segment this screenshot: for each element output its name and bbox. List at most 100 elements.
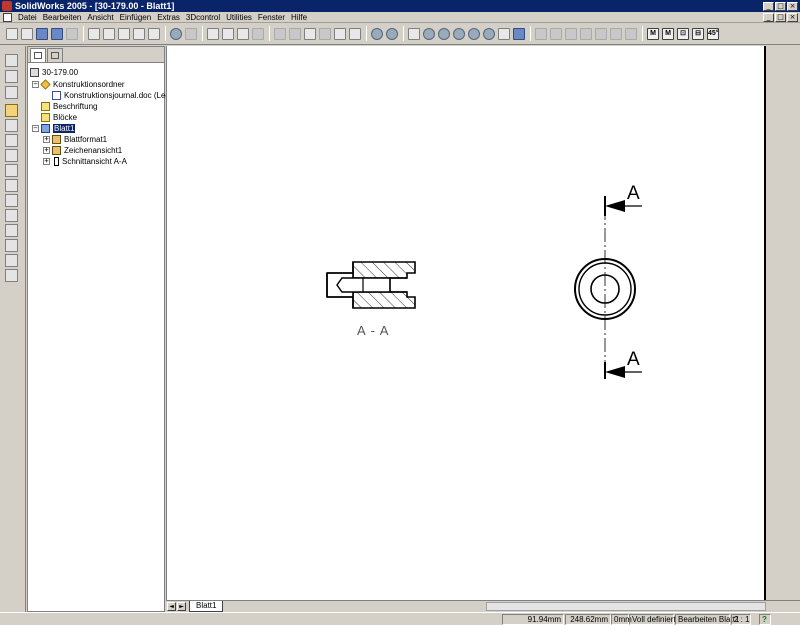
menu-hilfe[interactable]: Hilfe <box>288 13 310 22</box>
print-icon[interactable] <box>66 27 78 40</box>
tree-item-konstruktionsjournal[interactable]: Konstruktionsjournal.doc (Leer) <box>52 90 175 101</box>
shaded-icon[interactable] <box>595 27 607 40</box>
save-icon[interactable] <box>36 27 48 40</box>
section-arrow-label-bottom[interactable]: A <box>627 349 640 371</box>
pan-icon[interactable] <box>498 27 510 40</box>
traffic-light-icon[interactable] <box>252 27 264 40</box>
sheet-nav-next-button[interactable]: ► <box>177 602 186 611</box>
zoom-in-icon[interactable] <box>438 27 450 40</box>
menu-einfuegen[interactable]: Einfügen <box>117 13 155 22</box>
shadow-icon[interactable] <box>610 27 622 40</box>
tree-item-schnittansicht-a-a[interactable]: Schnittansicht A-A <box>54 156 127 167</box>
view-top-icon[interactable]: ⊡ <box>677 27 689 40</box>
wireframe-icon[interactable] <box>535 27 547 40</box>
broken-out-section-icon[interactable] <box>5 209 18 222</box>
document-menu-icon[interactable] <box>3 12 12 22</box>
aligned-section-icon[interactable] <box>5 164 18 177</box>
measure-icon[interactable] <box>319 27 331 40</box>
view-front-icon[interactable]: ⊟ <box>692 27 704 40</box>
cut-icon[interactable] <box>103 27 115 40</box>
zoom-selection-icon[interactable] <box>468 27 480 40</box>
zoom-fit-icon[interactable] <box>408 27 420 40</box>
status-help-icon[interactable]: ? <box>759 614 771 625</box>
smart-select-icon[interactable] <box>222 27 234 40</box>
sheet-nav-prev-button[interactable]: ◄ <box>167 602 176 611</box>
sketch-icon[interactable] <box>237 27 249 40</box>
sheet-format-icon[interactable] <box>5 54 18 67</box>
alternate-position-icon[interactable] <box>5 254 18 267</box>
tree-item-beschriftung[interactable]: Beschriftung <box>41 101 97 112</box>
menu-bearbeiten[interactable]: Bearbeiten <box>40 13 85 22</box>
break-view-icon[interactable] <box>5 224 18 237</box>
section-view-icon[interactable] <box>5 149 18 162</box>
sheet-tab-blatt1[interactable]: Blatt1 <box>189 601 224 612</box>
crop-view-icon[interactable] <box>5 239 18 252</box>
auxiliary-view-icon[interactable] <box>5 134 18 147</box>
tree-item-konstruktionsordner[interactable]: Konstruktionsordner <box>40 79 125 90</box>
print-preview-icon[interactable] <box>88 27 100 40</box>
view-orientation-icon[interactable] <box>304 27 316 40</box>
tree-expander-zeichenansicht1[interactable]: + <box>43 147 50 154</box>
tree-expander-schnittansicht[interactable]: + <box>43 158 50 165</box>
view-isometric-icon[interactable]: 45° <box>707 27 719 40</box>
macro-run-icon[interactable]: M <box>647 27 659 40</box>
zoom-area-icon[interactable] <box>423 27 435 40</box>
tab-property-manager[interactable] <box>47 48 63 62</box>
hidden-removed-icon[interactable] <box>565 27 577 40</box>
shaded-edges-icon[interactable] <box>580 27 592 40</box>
properties-icon[interactable] <box>334 27 346 40</box>
tree-expander-konstruktionsordner[interactable]: − <box>32 81 39 88</box>
dimension-icon[interactable] <box>5 70 18 83</box>
macro-record-icon[interactable]: M <box>662 27 674 40</box>
layout-icon[interactable] <box>148 27 160 40</box>
rebuild-icon[interactable] <box>274 27 286 40</box>
close-button[interactable]: × <box>787 1 798 11</box>
vertical-scrollbar[interactable] <box>768 46 800 600</box>
rotate-icon[interactable] <box>483 27 495 40</box>
tree-item-blatt1[interactable]: Blatt1 <box>41 123 76 134</box>
paste-icon[interactable] <box>133 27 145 40</box>
projected-view-icon[interactable] <box>5 119 18 132</box>
maximize-button[interactable]: □ <box>775 1 786 11</box>
relative-view-icon[interactable] <box>5 269 18 282</box>
pan-view-icon[interactable] <box>386 27 398 40</box>
tree-item-bloecke[interactable]: Blöcke <box>41 112 77 123</box>
help-icon[interactable] <box>349 27 361 40</box>
doc-restore-button[interactable]: □ <box>775 13 786 22</box>
tree-item-blattformat1[interactable]: Blattformat1 <box>52 134 107 145</box>
menu-fenster[interactable]: Fenster <box>255 13 288 22</box>
menu-extras[interactable]: Extras <box>154 13 183 22</box>
view-3d-icon[interactable] <box>513 27 525 40</box>
tab-feature-tree[interactable] <box>30 48 46 62</box>
open-document-icon[interactable] <box>21 27 33 40</box>
tree-expander-blatt1[interactable]: − <box>32 125 39 132</box>
select-arrow-icon[interactable] <box>207 27 219 40</box>
hidden-lines-icon[interactable] <box>550 27 562 40</box>
menu-utilities[interactable]: Utilities <box>223 13 255 22</box>
undo-icon[interactable] <box>170 27 182 40</box>
tree-item-zeichenansicht1[interactable]: Zeichenansicht1 <box>52 145 122 156</box>
options-icon[interactable] <box>289 27 301 40</box>
doc-close-button[interactable]: × <box>787 13 798 22</box>
menu-ansicht[interactable]: Ansicht <box>84 13 116 22</box>
tree-expander-blattformat1[interactable]: + <box>43 136 50 143</box>
doc-minimize-button[interactable]: _ <box>763 13 774 22</box>
menu-datei[interactable]: Datei <box>15 13 40 22</box>
new-document-icon[interactable] <box>6 27 18 40</box>
section-arrow-label-top[interactable]: A <box>627 183 640 205</box>
status-scale[interactable]: 2 : 1 <box>731 614 751 625</box>
drawing-area[interactable]: A - A A A <box>166 46 800 600</box>
tree-root[interactable]: 30-179.00 <box>30 67 78 78</box>
drawing-sheet[interactable]: A - A A A <box>166 46 766 600</box>
horizontal-scrollbar[interactable] <box>486 602 766 611</box>
menu-3dcontrol[interactable]: 3Dcontrol <box>183 13 223 22</box>
section-view-label[interactable]: A - A <box>357 323 389 338</box>
rotate-view-icon[interactable] <box>371 27 383 40</box>
redo-icon[interactable] <box>185 27 197 40</box>
perspective-icon[interactable] <box>625 27 637 40</box>
copy-icon[interactable] <box>118 27 130 40</box>
detail-view-icon[interactable] <box>5 179 18 192</box>
save-all-icon[interactable] <box>51 27 63 40</box>
annotation-icon[interactable] <box>5 86 18 99</box>
model-view-icon[interactable] <box>5 104 18 117</box>
